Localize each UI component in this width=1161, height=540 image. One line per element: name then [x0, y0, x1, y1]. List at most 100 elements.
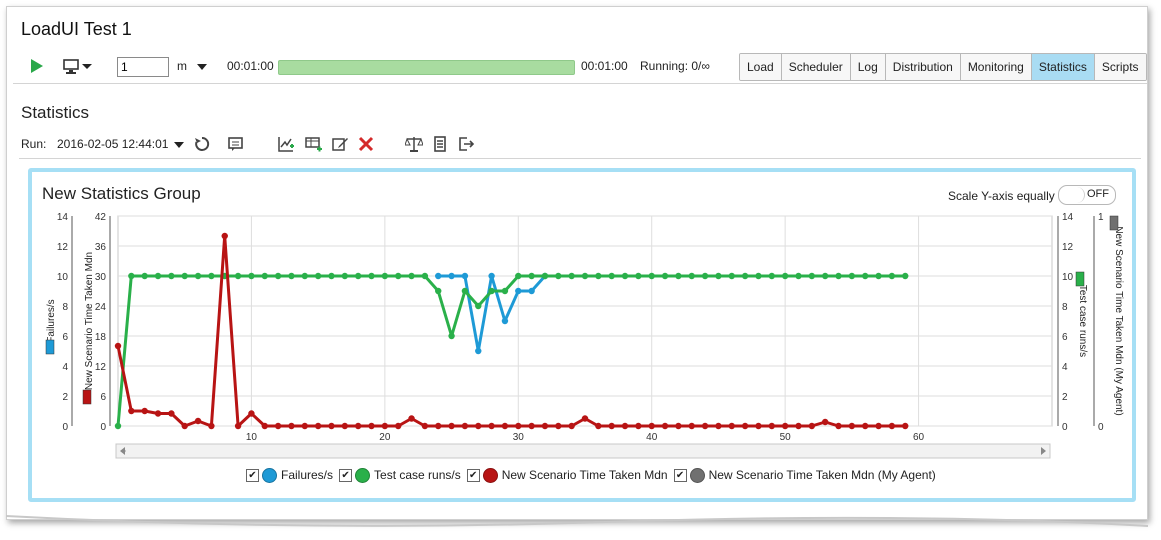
series-line-2 — [116, 234, 906, 428]
y-tick-label: 18 — [95, 332, 107, 343]
data-point — [234, 272, 242, 280]
y-tick-label: 2 — [1062, 392, 1068, 403]
data-point — [368, 422, 375, 430]
data-point — [635, 272, 642, 280]
data-point — [515, 422, 522, 430]
data-point — [154, 410, 162, 417]
data-point — [448, 272, 455, 280]
data-point — [288, 272, 295, 280]
add-table-icon[interactable] — [305, 135, 323, 153]
data-point — [862, 422, 869, 430]
limit-unit-dropdown[interactable]: m — [177, 51, 207, 81]
export-icon[interactable] — [457, 135, 475, 153]
y-tick-label: 12 — [95, 362, 107, 373]
data-point — [141, 407, 148, 415]
tab-log[interactable]: Log — [850, 54, 886, 80]
data-point — [181, 422, 188, 430]
legend-label: New Scenario Time Taken Mdn (My Agent) — [708, 468, 936, 482]
data-point — [755, 272, 762, 280]
data-point — [555, 272, 562, 280]
axis-color-swatch — [45, 339, 55, 355]
data-point — [675, 272, 682, 280]
y-tick-label: 30 — [95, 272, 107, 283]
legend-item-test-case-runs[interactable]: ✔ Test case runs/s — [339, 467, 461, 483]
axis-color-swatch — [1109, 215, 1119, 231]
add-chart-icon[interactable] — [277, 135, 295, 153]
data-point — [208, 422, 215, 430]
y-tick-label: 8 — [62, 302, 68, 313]
tab-load[interactable]: Load — [740, 54, 782, 80]
data-point — [381, 272, 389, 280]
data-point — [875, 422, 882, 430]
checkbox[interactable]: ✔ — [466, 468, 480, 482]
data-point — [621, 422, 629, 430]
data-point — [781, 422, 789, 430]
data-point — [808, 272, 816, 280]
data-point — [395, 422, 402, 430]
run-select[interactable]: 2016-02-05 12:44:01 — [57, 137, 185, 151]
tab-statistics[interactable]: Statistics — [1031, 54, 1095, 80]
data-point — [875, 272, 882, 280]
running-status: Running: 0/∞ — [640, 59, 710, 73]
axis-title-failures: Failures/s — [46, 299, 57, 342]
data-point — [821, 418, 829, 426]
progress-bar — [278, 60, 575, 75]
data-point — [528, 272, 535, 280]
data-point — [288, 422, 295, 430]
y-tick-label: 12 — [57, 242, 69, 253]
statistics-chart: 10 20 30 40 50 600246810121406121824303642024… — [45, 212, 1124, 459]
play-icon[interactable] — [31, 59, 43, 73]
main-tabs: Load Scheduler Log Distribution Monitori… — [739, 53, 1147, 81]
tab-scripts[interactable]: Scripts — [1094, 54, 1146, 80]
x-tick-label: 10 — [246, 432, 258, 443]
monitor-icon[interactable] — [63, 59, 93, 75]
data-point — [528, 287, 535, 295]
data-point — [248, 272, 255, 280]
total-time: 00:01:00 — [581, 59, 628, 73]
data-point — [501, 287, 509, 295]
data-point — [301, 272, 308, 280]
delete-icon[interactable] — [357, 135, 375, 153]
legend-item-scenario-time[interactable]: ✔ New Scenario Time Taken Mdn — [466, 467, 668, 483]
plot-area — [117, 215, 1053, 427]
compare-icon[interactable] — [405, 135, 423, 153]
checkbox[interactable]: ✔ — [673, 468, 687, 482]
checkbox[interactable]: ✔ — [339, 468, 353, 482]
axis-title-test-case-runs: Test case runs/s — [1077, 285, 1088, 357]
data-point — [461, 287, 469, 295]
checkbox[interactable]: ✔ — [246, 468, 259, 482]
limit-input[interactable] — [117, 57, 169, 77]
legend-label: Failures/s — [281, 468, 334, 482]
data-point — [435, 422, 442, 430]
run-label: Run: — [21, 137, 47, 151]
y-tick-label: 0 — [62, 422, 68, 433]
data-point — [661, 422, 669, 430]
comment-icon[interactable] — [227, 135, 245, 153]
data-point — [301, 422, 308, 430]
y-tick-label: 14 — [1062, 212, 1074, 223]
refresh-icon[interactable] — [193, 135, 211, 153]
data-point — [541, 272, 549, 280]
tab-scheduler[interactable]: Scheduler — [781, 54, 851, 80]
data-point — [821, 272, 829, 280]
y-tick-label: 10 — [1062, 272, 1074, 283]
horizontal-scrollbar[interactable] — [115, 443, 1051, 459]
data-point — [555, 422, 562, 430]
legend-item-failures[interactable]: ✔ Failures/s — [246, 467, 334, 483]
tab-monitoring[interactable]: Monitoring — [960, 54, 1032, 80]
data-point — [675, 422, 682, 430]
data-point — [701, 422, 709, 430]
tab-distribution[interactable]: Distribution — [885, 54, 961, 80]
statistics-group-panel: New Statistics Group Scale Y-axis equall… — [28, 168, 1136, 502]
data-point — [314, 422, 322, 430]
edit-icon[interactable] — [331, 135, 349, 153]
series-line-0 — [438, 274, 547, 353]
data-point — [234, 422, 242, 430]
report-icon[interactable] — [431, 135, 449, 153]
legend-item-scenario-time-agent[interactable]: ✔ New Scenario Time Taken Mdn (My Agent) — [673, 467, 936, 483]
data-point — [755, 422, 762, 430]
data-point — [501, 422, 509, 430]
data-point — [248, 410, 255, 417]
chevron-down-icon — [197, 63, 207, 70]
x-tick-label: 60 — [913, 432, 925, 443]
